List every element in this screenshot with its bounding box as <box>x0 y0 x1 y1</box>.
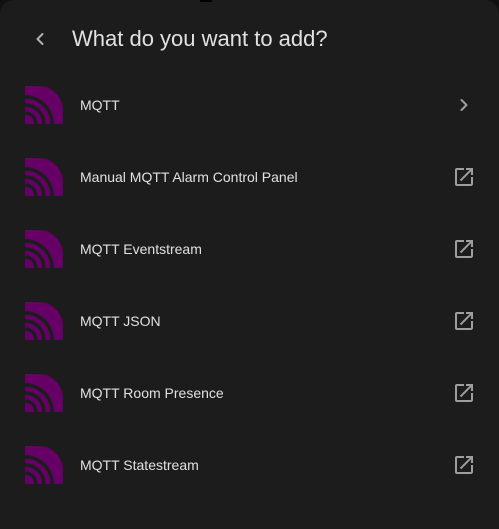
mqtt-logo <box>25 158 63 196</box>
list-item-mqtt-statestream[interactable]: MQTT Statestream <box>0 429 499 501</box>
list-item-label: Manual MQTT Alarm Control Panel <box>80 169 298 185</box>
chevron-left-icon <box>36 33 44 45</box>
back-button[interactable] <box>22 21 58 57</box>
list-item-label: MQTT Eventstream <box>80 241 202 257</box>
dialog-header: What do you want to add? <box>0 0 499 76</box>
list-item-mqtt-json[interactable]: MQTT JSON <box>0 285 499 357</box>
list-item-label: MQTT Room Presence <box>80 385 224 401</box>
chevron-right-icon <box>452 93 476 117</box>
open-in-new-icon <box>452 381 476 405</box>
dialog-title: What do you want to add? <box>72 26 328 51</box>
mqtt-logo <box>25 86 63 124</box>
add-integration-dialog: What do you want to add? MQTT Manual MQT… <box>0 0 499 529</box>
list-item-manual-mqtt-alarm-control-panel[interactable]: Manual MQTT Alarm Control Panel <box>0 141 499 213</box>
open-in-new-icon <box>452 309 476 333</box>
list-item-label: MQTT Statestream <box>80 457 199 473</box>
mqtt-logo <box>25 302 63 340</box>
list-item-label: MQTT JSON <box>80 313 161 329</box>
integration-list: MQTT Manual MQTT Alarm Control Panel MQT… <box>0 69 499 501</box>
list-item-label: MQTT <box>80 97 120 113</box>
open-in-new-icon <box>452 165 476 189</box>
list-item-mqtt[interactable]: MQTT <box>0 69 499 141</box>
list-item-mqtt-eventstream[interactable]: MQTT Eventstream <box>0 213 499 285</box>
open-in-new-icon <box>452 237 476 261</box>
list-item-mqtt-room-presence[interactable]: MQTT Room Presence <box>0 357 499 429</box>
mqtt-logo <box>25 230 63 268</box>
mqtt-logo <box>25 374 63 412</box>
mqtt-logo <box>25 446 63 484</box>
open-in-new-icon <box>452 453 476 477</box>
